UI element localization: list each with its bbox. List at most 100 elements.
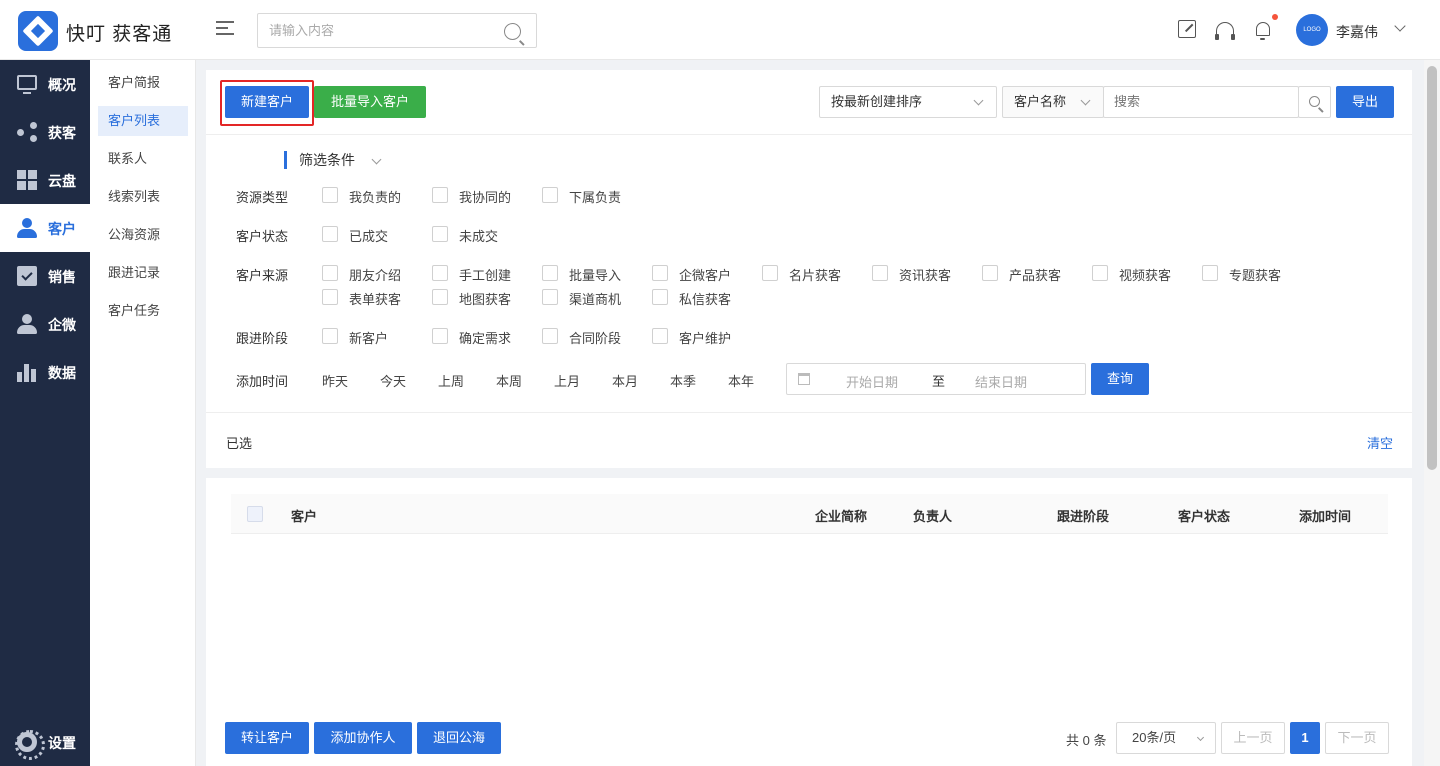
checkbox-label[interactable]: 下属负责 — [569, 187, 621, 206]
checkbox[interactable] — [432, 226, 448, 242]
checkbox[interactable] — [542, 328, 558, 344]
checkbox[interactable] — [322, 289, 338, 305]
page-size-select[interactable]: 20条/页 — [1116, 722, 1216, 754]
checkbox-label[interactable]: 私信获客 — [679, 289, 731, 308]
return-pool-button[interactable]: 退回公海 — [417, 722, 501, 754]
time-option[interactable]: 上月 — [554, 371, 580, 390]
checkbox[interactable] — [542, 265, 558, 281]
checkbox[interactable] — [652, 265, 668, 281]
checkbox-label[interactable]: 视频获客 — [1119, 265, 1171, 284]
checkbox[interactable] — [322, 328, 338, 344]
checkbox[interactable] — [432, 289, 448, 305]
time-option[interactable]: 上周 — [438, 371, 464, 390]
subnav-item-follow-records[interactable]: 跟进记录 — [98, 258, 188, 288]
batch-import-button[interactable]: 批量导入客户 — [314, 86, 426, 118]
checkbox-label[interactable]: 未成交 — [459, 226, 498, 245]
checkbox-label[interactable]: 确定需求 — [459, 328, 511, 347]
nav-item-cloud[interactable]: 云盘 — [0, 156, 90, 204]
checkbox[interactable] — [322, 187, 338, 203]
column-header[interactable]: 客户 — [291, 506, 317, 525]
menu-collapse-icon[interactable] — [216, 21, 234, 37]
checkbox[interactable] — [872, 265, 888, 281]
nav-item-acquire[interactable]: 获客 — [0, 108, 90, 156]
global-search-input[interactable] — [258, 14, 488, 47]
toolbar-search-input[interactable] — [1104, 87, 1284, 116]
checkbox[interactable] — [322, 265, 338, 281]
checkbox[interactable] — [432, 265, 448, 281]
checkbox-label[interactable]: 我协同的 — [459, 187, 511, 206]
checkbox-label[interactable]: 客户维护 — [679, 328, 731, 347]
avatar[interactable]: LOGO — [1296, 14, 1328, 46]
next-page-button[interactable]: 下一页 — [1325, 722, 1389, 754]
subnav-item-tasks[interactable]: 客户任务 — [98, 296, 188, 326]
transfer-customer-button[interactable]: 转让客户 — [225, 722, 309, 754]
checkbox[interactable] — [432, 187, 448, 203]
subnav-item-brief[interactable]: 客户简报 — [98, 68, 188, 98]
checkbox-label[interactable]: 批量导入 — [569, 265, 621, 284]
checkbox-label[interactable]: 手工创建 — [459, 265, 511, 284]
field-select[interactable]: 客户名称 — [1002, 86, 1104, 118]
start-date-input[interactable]: 开始日期 — [846, 372, 898, 391]
select-all-checkbox[interactable] — [247, 506, 263, 522]
username[interactable]: 李嘉伟 — [1336, 22, 1378, 42]
end-date-input[interactable]: 结束日期 — [975, 372, 1027, 391]
nav-item-overview[interactable]: 概况 — [0, 60, 90, 108]
subnav-item-contacts[interactable]: 联系人 — [98, 144, 188, 174]
add-collaborator-button[interactable]: 添加协作人 — [314, 722, 412, 754]
checkbox-label[interactable]: 资讯获客 — [899, 265, 951, 284]
sort-select[interactable]: 按最新创建排序 — [819, 86, 997, 118]
subnav-item-customer-list[interactable]: 客户列表 — [98, 106, 188, 136]
checkbox[interactable] — [542, 289, 558, 305]
checkbox[interactable] — [762, 265, 778, 281]
date-range-picker[interactable]: 开始日期 至 结束日期 — [786, 363, 1086, 395]
checkbox[interactable] — [1092, 265, 1108, 281]
checkbox-label[interactable]: 表单获客 — [349, 289, 401, 308]
query-button[interactable]: 查询 — [1091, 363, 1149, 395]
checkbox-label[interactable]: 产品获客 — [1009, 265, 1061, 284]
export-button[interactable]: 导出 — [1336, 86, 1394, 118]
checkbox[interactable] — [652, 289, 668, 305]
clear-link[interactable]: 清空 — [1367, 433, 1393, 452]
search-icon[interactable] — [504, 23, 521, 40]
nav-item-wecom[interactable]: 企微 — [0, 300, 90, 348]
nav-item-settings[interactable]: 设置 — [0, 718, 90, 766]
page-number-current[interactable]: 1 — [1290, 722, 1320, 754]
time-option[interactable]: 本季 — [670, 371, 696, 390]
checkbox-label[interactable]: 名片获客 — [789, 265, 841, 284]
checkbox[interactable] — [652, 328, 668, 344]
checkbox-label[interactable]: 已成交 — [349, 226, 388, 245]
checkbox-label[interactable]: 我负责的 — [349, 187, 401, 206]
checkbox-label[interactable]: 朋友介绍 — [349, 265, 401, 284]
subnav-item-public-pool[interactable]: 公海资源 — [98, 220, 188, 250]
checkbox-label[interactable]: 企微客户 — [679, 265, 731, 284]
headset-icon[interactable] — [1215, 22, 1235, 40]
chevron-down-icon[interactable] — [1394, 20, 1406, 32]
toolbar-search-button[interactable] — [1298, 86, 1331, 118]
column-header[interactable]: 企业简称 — [815, 506, 867, 525]
bell-icon[interactable] — [1256, 22, 1270, 40]
checkbox-label[interactable]: 地图获客 — [459, 289, 511, 308]
column-header[interactable]: 负责人 — [913, 506, 952, 525]
nav-item-data[interactable]: 数据 — [0, 348, 90, 396]
checkbox-label[interactable]: 渠道商机 — [569, 289, 621, 308]
time-option[interactable]: 本年 — [728, 371, 754, 390]
checkbox-label[interactable]: 合同阶段 — [569, 328, 621, 347]
checkbox-label[interactable]: 专题获客 — [1229, 265, 1281, 284]
global-search[interactable] — [257, 13, 537, 48]
checkbox[interactable] — [322, 226, 338, 242]
checkbox[interactable] — [542, 187, 558, 203]
time-option[interactable]: 昨天 — [322, 371, 348, 390]
checkbox[interactable] — [982, 265, 998, 281]
column-header[interactable]: 添加时间 — [1299, 506, 1351, 525]
column-header[interactable]: 客户状态 — [1178, 506, 1230, 525]
column-header[interactable]: 跟进阶段 — [1057, 506, 1109, 525]
time-option[interactable]: 今天 — [380, 371, 406, 390]
checkbox[interactable] — [1202, 265, 1218, 281]
nav-item-sales[interactable]: 销售 — [0, 252, 90, 300]
subnav-item-leads[interactable]: 线索列表 — [98, 182, 188, 212]
time-option[interactable]: 本月 — [612, 371, 638, 390]
prev-page-button[interactable]: 上一页 — [1221, 722, 1285, 754]
filter-title[interactable]: 筛选条件 — [284, 151, 355, 169]
checkbox-label[interactable]: 新客户 — [349, 328, 388, 347]
time-option[interactable]: 本周 — [496, 371, 522, 390]
